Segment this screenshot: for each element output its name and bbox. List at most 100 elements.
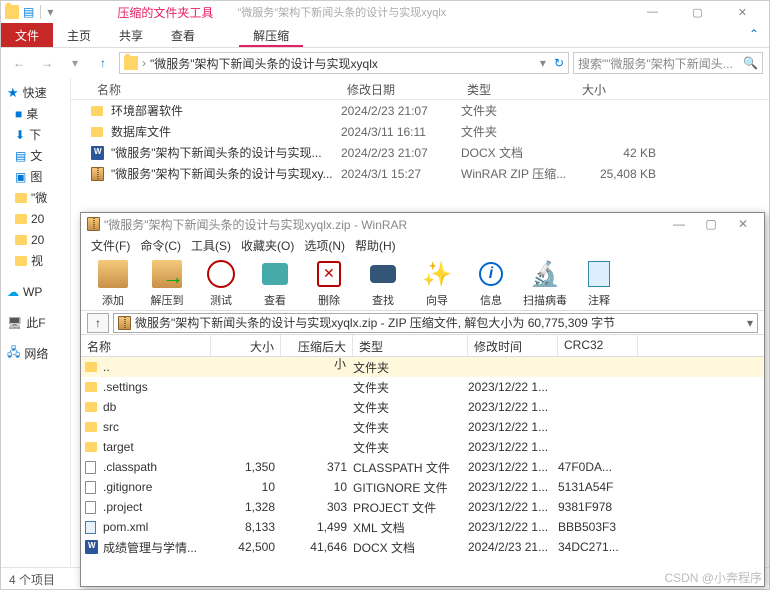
- address-bar: ← → ▾ ↑ › "微服务"架构下新闻头条的设计与实现xyqlx ▾ ↻ 搜索…: [1, 48, 769, 78]
- download-icon: ⬇: [15, 128, 25, 142]
- col-mtime[interactable]: 修改时间: [468, 335, 558, 356]
- tool-extract[interactable]: 解压到: [141, 257, 193, 308]
- winrar-menu: 文件(F) 命令(C) 工具(S) 收藏夹(O) 选项(N) 帮助(H): [81, 235, 764, 255]
- file-icon: [85, 481, 96, 494]
- file-row[interactable]: 环境部署软件2024/2/23 21:07文件夹: [71, 100, 769, 121]
- tool-info[interactable]: i信息: [465, 257, 517, 308]
- file-row[interactable]: 数据库文件2024/3/11 16:11文件夹: [71, 121, 769, 142]
- folder-icon: [124, 56, 138, 70]
- archive-row[interactable]: .gitignore1010GITIGNORE 文件2023/12/22 1..…: [81, 477, 764, 497]
- tool-comment[interactable]: 注释: [573, 257, 625, 308]
- tool-add[interactable]: 添加: [87, 257, 139, 308]
- folder-icon: [91, 127, 103, 137]
- col-crc[interactable]: CRC32: [558, 335, 638, 356]
- col-type[interactable]: 类型: [353, 335, 468, 356]
- winrar-minimize[interactable]: —: [664, 215, 694, 233]
- winrar-close[interactable]: ✕: [728, 215, 758, 233]
- archive-row[interactable]: 成绩管理与学情...42,50041,646DOCX 文档2024/2/23 2…: [81, 537, 764, 557]
- tab-file[interactable]: 文件: [1, 23, 53, 47]
- menu-tool[interactable]: 工具(S): [187, 237, 235, 253]
- winrar-controls: — ▢ ✕: [664, 215, 758, 233]
- tool-virus[interactable]: 🔬扫描病毒: [519, 257, 571, 308]
- file-icon: [85, 461, 96, 474]
- search-input[interactable]: 搜索""微服务"架构下新闻头... 🔍: [573, 52, 763, 74]
- maximize-button[interactable]: ▢: [675, 1, 720, 23]
- menu-cmd[interactable]: 命令(C): [136, 237, 185, 253]
- winrar-title: "微服务"架构下新闻头条的设计与实现xyqlx.zip - WinRAR: [104, 216, 407, 233]
- menu-file[interactable]: 文件(F): [87, 237, 134, 253]
- refresh-icon[interactable]: ↻: [554, 56, 564, 70]
- close-button[interactable]: ✕: [720, 1, 765, 23]
- tool-wizard[interactable]: ✨向导: [411, 257, 463, 308]
- sidebar-network[interactable]: 🖧网络: [1, 343, 70, 364]
- archive-row[interactable]: ..文件夹: [81, 357, 764, 377]
- sidebar-item[interactable]: 视: [1, 250, 70, 271]
- recent-dropdown[interactable]: ▾: [63, 51, 87, 75]
- up-button[interactable]: ↑: [91, 51, 115, 75]
- archive-row[interactable]: .classpath1,350371CLASSPATH 文件2023/12/22…: [81, 457, 764, 477]
- winrar-title-bar: "微服务"架构下新闻头条的设计与实现xyqlx.zip - WinRAR — ▢…: [81, 213, 764, 235]
- archive-row[interactable]: .settings文件夹2023/12/22 1...: [81, 377, 764, 397]
- pc-icon: 🖥: [7, 316, 22, 330]
- tool-test[interactable]: 测试: [195, 257, 247, 308]
- ribbon-expand-icon[interactable]: ⌃: [739, 23, 769, 47]
- archive-row[interactable]: src文件夹2023/12/22 1...: [81, 417, 764, 437]
- breadcrumb-box[interactable]: › "微服务"架构下新闻头条的设计与实现xyqlx ▾ ↻: [119, 52, 569, 74]
- sidebar-item[interactable]: ▣图: [1, 166, 70, 187]
- col-packed[interactable]: 压缩后大小: [281, 335, 353, 356]
- qat-separator: [40, 5, 41, 19]
- qat-props-icon[interactable]: ▤: [23, 5, 34, 19]
- sidebar-wp[interactable]: ☁WP: [1, 281, 70, 302]
- sidebar-quick-access[interactable]: ★快速: [1, 82, 70, 103]
- col-type[interactable]: 类型: [461, 78, 576, 99]
- winrar-file-rows: ..文件夹.settings文件夹2023/12/22 1...db文件夹202…: [81, 357, 764, 585]
- archive-icon: [118, 316, 131, 330]
- sidebar-item[interactable]: ▤文: [1, 145, 70, 166]
- image-icon: ▣: [15, 170, 26, 184]
- tab-home[interactable]: 主页: [53, 23, 105, 47]
- back-button[interactable]: ←: [7, 51, 31, 75]
- file-row[interactable]: "微服务"架构下新闻头条的设计与实现xy...2024/3/1 15:27Win…: [71, 163, 769, 184]
- col-name[interactable]: 名称: [81, 335, 211, 356]
- tool-delete[interactable]: 删除: [303, 257, 355, 308]
- window-controls: — ▢ ✕: [630, 1, 765, 23]
- col-date[interactable]: 修改日期: [341, 78, 461, 99]
- sidebar-thispc[interactable]: 🖥此F: [1, 312, 70, 333]
- tool-find[interactable]: 查找: [357, 257, 409, 308]
- search-placeholder: 搜索""微服务"架构下新闻头...: [578, 55, 733, 72]
- col-size[interactable]: 大小: [576, 78, 656, 99]
- path-box[interactable]: 微服务"架构下新闻头条的设计与实现xyqlx.zip - ZIP 压缩文件, 解…: [113, 313, 758, 333]
- forward-button[interactable]: →: [35, 51, 59, 75]
- menu-fav[interactable]: 收藏夹(O): [237, 237, 298, 253]
- menu-help[interactable]: 帮助(H): [351, 237, 400, 253]
- sidebar-item[interactable]: 20: [1, 229, 70, 250]
- archive-row[interactable]: db文件夹2023/12/22 1...: [81, 397, 764, 417]
- tool-view[interactable]: 查看: [249, 257, 301, 308]
- menu-opt[interactable]: 选项(N): [300, 237, 349, 253]
- sidebar-item[interactable]: 20: [1, 208, 70, 229]
- sidebar-item[interactable]: "微: [1, 187, 70, 208]
- tab-view[interactable]: 查看: [157, 23, 209, 47]
- sidebar-item[interactable]: ⬇下: [1, 124, 70, 145]
- search-icon[interactable]: 🔍: [743, 56, 758, 70]
- test-icon: [207, 260, 235, 288]
- title-bar: ▤ ▾ 压缩的文件夹工具 "微服务"架构下新闻头条的设计与实现xyqlx — ▢…: [1, 1, 769, 23]
- winrar-maximize[interactable]: ▢: [696, 215, 726, 233]
- col-name[interactable]: 名称: [91, 78, 341, 99]
- tab-extract[interactable]: 解压缩: [239, 23, 303, 47]
- file-row[interactable]: "微服务"架构下新闻头条的设计与实现...2024/2/23 21:07DOCX…: [71, 142, 769, 163]
- archive-row[interactable]: pom.xml8,1331,499XML 文档2023/12/22 1...BB…: [81, 517, 764, 537]
- archive-row[interactable]: .project1,328303PROJECT 文件2023/12/22 1..…: [81, 497, 764, 517]
- sidebar-item[interactable]: ■桌: [1, 103, 70, 124]
- archive-row[interactable]: target文件夹2023/12/22 1...: [81, 437, 764, 457]
- up-button[interactable]: ↑: [87, 313, 109, 333]
- docx-icon: [85, 540, 98, 554]
- col-size[interactable]: 大小: [211, 335, 281, 356]
- chevron-down-icon[interactable]: ▾: [747, 316, 753, 330]
- view-icon: [262, 263, 288, 285]
- minimize-button[interactable]: —: [630, 1, 675, 23]
- qat-dropdown-icon[interactable]: ▾: [47, 5, 53, 19]
- breadcrumb-text[interactable]: "微服务"架构下新闻头条的设计与实现xyqlx: [150, 55, 378, 72]
- cloud-icon: ☁: [7, 285, 19, 299]
- tab-share[interactable]: 共享: [105, 23, 157, 47]
